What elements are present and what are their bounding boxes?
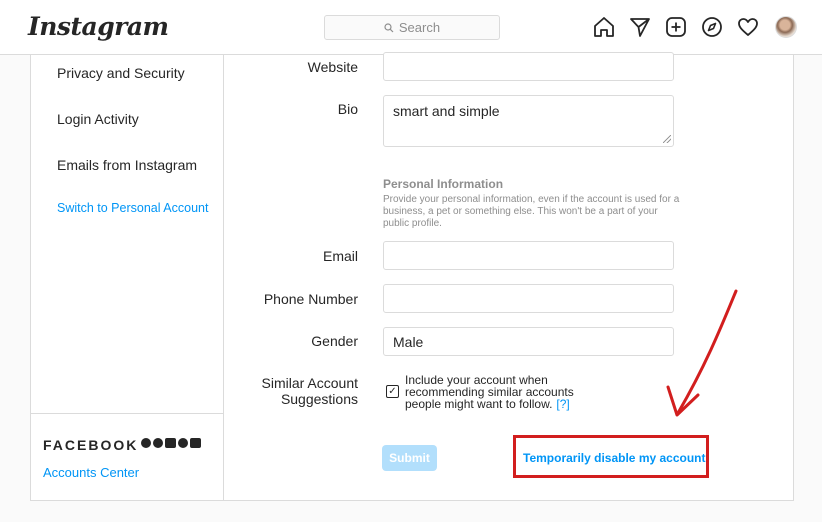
bio-label: Bio: [337, 101, 358, 117]
settings-panel: Privacy and Security Login Activity Emai…: [30, 52, 794, 501]
facebook-icon: [141, 438, 151, 448]
similar-suggestions-description: Include your account when recommending s…: [405, 373, 574, 411]
accounts-center-link[interactable]: Accounts Center: [43, 465, 139, 480]
search-placeholder: Search: [398, 20, 441, 35]
gender-label: Gender: [311, 333, 358, 349]
search-box[interactable]: Search: [324, 15, 500, 40]
resize-grip[interactable]: [663, 135, 671, 143]
instagram-icon: [165, 438, 176, 448]
profile-avatar[interactable]: [775, 16, 797, 38]
personal-info-title: Personal Information: [383, 177, 504, 191]
help-link[interactable]: [?]: [556, 397, 569, 411]
website-label: Website: [307, 59, 358, 75]
whatsapp-icon: [178, 438, 188, 448]
phone-label-wrap: Phone Number: [224, 291, 358, 311]
personal-info-text: Provide your personal information, even …: [383, 194, 680, 229]
bio-label-wrap: Bio: [224, 101, 358, 121]
search-icon: [384, 22, 394, 32]
facebook-family-icons: [141, 438, 201, 448]
settings-sidebar: Privacy and Security Login Activity Emai…: [31, 55, 224, 500]
sidebar-footer: FACEBOOK Accounts Center: [31, 413, 224, 500]
sidebar-item-emails[interactable]: Emails from Instagram: [57, 157, 197, 173]
temporarily-disable-link[interactable]: Temporarily disable my account: [523, 451, 706, 465]
oculus-icon: [190, 438, 201, 448]
direct-icon[interactable]: [628, 15, 652, 39]
email-label: Email: [322, 248, 358, 264]
facebook-wordmark: FACEBOOK: [43, 437, 139, 453]
new-post-icon[interactable]: [664, 15, 688, 39]
home-icon[interactable]: [592, 15, 616, 39]
website-label-wrap: Website: [224, 59, 358, 79]
sidebar-item-login-activity[interactable]: Login Activity: [57, 111, 139, 127]
sidebar-item-privacy-security[interactable]: Privacy and Security: [57, 65, 185, 81]
similar-label-line1: Similar Account: [261, 375, 358, 391]
similar-suggestions-checkbox[interactable]: ✓: [386, 385, 399, 398]
highlight-box: Temporarily disable my account: [513, 435, 709, 478]
explore-icon[interactable]: [700, 15, 724, 39]
similar-label-wrap: Similar Account Suggestions: [224, 375, 358, 411]
email-field[interactable]: [383, 241, 674, 270]
gender-label-wrap: Gender: [224, 333, 358, 353]
similar-suggestions-text: Include your account when recommending s…: [405, 374, 595, 410]
instagram-logo[interactable]: Instagram: [28, 12, 169, 41]
top-navigation-bar: Instagram Search: [0, 0, 822, 55]
activity-icon[interactable]: [736, 15, 760, 39]
email-label-wrap: Email: [224, 248, 358, 268]
bio-field[interactable]: smart and simple: [383, 95, 674, 147]
phone-field[interactable]: [383, 284, 674, 313]
gender-field[interactable]: [383, 327, 674, 356]
website-field[interactable]: [383, 52, 674, 81]
messenger-icon: [153, 438, 163, 448]
submit-button[interactable]: Submit: [382, 445, 437, 471]
red-arrow-annotation: [666, 289, 738, 417]
similar-label-line2: Suggestions: [280, 391, 358, 407]
phone-label: Phone Number: [263, 291, 358, 307]
sidebar-item-switch-personal[interactable]: Switch to Personal Account: [57, 201, 208, 215]
